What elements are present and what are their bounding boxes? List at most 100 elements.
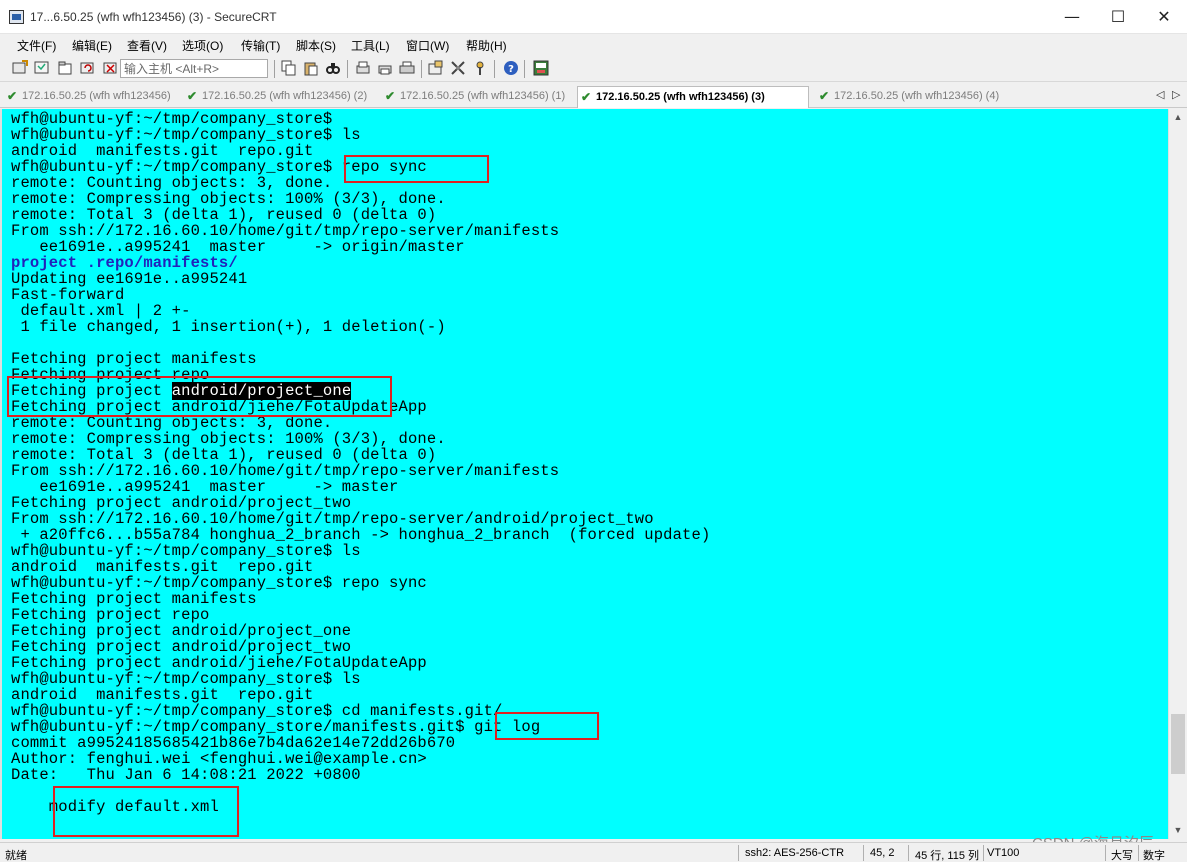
connected-check-icon: ✔ — [385, 89, 396, 103]
scroll-up-arrow-icon[interactable]: ▲ — [1169, 109, 1187, 126]
menu-script[interactable]: 脚本(S) — [296, 37, 336, 54]
status-divider — [908, 845, 909, 861]
status-num-lock: 数字 — [1143, 850, 1165, 862]
status-divider — [1138, 845, 1139, 861]
connect-icon[interactable] — [12, 60, 28, 76]
menu-bar: 文件(F) 编辑(E) 查看(V) 选项(O) 传输(T) 脚本(S) 工具(L… — [0, 34, 1187, 56]
terminal-line: Date: Thu Jan 6 14:08:21 2022 +0800 — [11, 766, 361, 784]
terminal-line: project .repo/manifests/ — [11, 254, 238, 272]
status-terminal-size: 45 行, 115 列 — [915, 850, 979, 862]
scrollbar-thumb[interactable] — [1171, 714, 1185, 774]
terminal-line: wfh@ubuntu-yf:~/tmp/company_store$ ls — [11, 670, 361, 688]
terminal-line: From ssh://172.16.60.10/home/git/tmp/rep… — [11, 510, 654, 528]
find-icon[interactable] — [325, 60, 341, 76]
tab-label: 172.16.50.25 (wfh wfh123456) (2) — [202, 90, 368, 102]
print-screen-icon[interactable] — [355, 60, 371, 76]
status-ready: 就绪 — [5, 850, 27, 862]
terminal-view[interactable]: wfh@ubuntu-yf:~/tmp/company_store$ wfh@ub… — [0, 109, 1168, 839]
terminal-line: remote: Counting objects: 3, done. — [11, 414, 333, 432]
terminal-line: wfh@ubuntu-yf:~/tmp/company_store$ cd ma… — [11, 702, 503, 720]
session-tab-bar: ✔ 172.16.50.25 (wfh wfh123456) ✔ 172.16.… — [0, 84, 1187, 108]
key-map-icon[interactable] — [472, 60, 488, 76]
menu-file[interactable]: 文件(F) — [17, 37, 56, 54]
terminal-line: ee1691e..a995241 master -> master — [11, 478, 399, 496]
terminal-line: Fetching project android/project_two — [11, 494, 352, 512]
terminal-line: Fast-forward — [11, 286, 125, 304]
terminal-line: Fetching project android/jiehe/FotaUpdat… — [11, 654, 427, 672]
toolbar-separator — [274, 60, 275, 78]
terminal-line: Fetching project repo — [11, 606, 210, 624]
terminal-line: From ssh://172.16.60.10/home/git/tmp/rep… — [11, 222, 560, 240]
terminal-line: Fetching project repo — [11, 366, 210, 384]
terminal-line: wfh@ubuntu-yf:~/tmp/company_store/manife… — [11, 718, 541, 736]
session-tab-2[interactable]: ✔ 172.16.50.25 (wfh wfh123456) (2) — [184, 86, 380, 108]
terminal-line: ee1691e..a995241 master -> origin/master — [11, 238, 465, 256]
terminal-line: wfh@ubuntu-yf:~/tmp/company_store$ ls — [11, 542, 361, 560]
connected-check-icon: ✔ — [819, 89, 830, 103]
terminal-line: + a20ffc6...b55a784 honghua_2_branch -> … — [11, 526, 711, 544]
global-options-icon[interactable] — [450, 60, 466, 76]
terminal-line: remote: Counting objects: 3, done. — [11, 174, 333, 192]
toolbar-separator — [494, 60, 495, 78]
tab-scroll-left-icon[interactable]: ◁ — [1156, 88, 1164, 101]
connect-in-tab-icon[interactable] — [57, 60, 73, 76]
terminal-line: Author: fenghui.wei <fenghui.wei@example… — [11, 750, 427, 768]
vertical-scrollbar[interactable]: ▲ ▼ — [1168, 109, 1187, 839]
quick-connect-icon[interactable] — [34, 60, 50, 76]
toolbar-separator — [524, 60, 525, 78]
print-icon[interactable] — [399, 60, 415, 76]
menu-window[interactable]: 窗口(W) — [406, 37, 449, 54]
reconnect-icon[interactable] — [80, 60, 96, 76]
print-selection-icon[interactable] — [377, 60, 393, 76]
minimize-button[interactable]: — — [1049, 0, 1095, 34]
session-tab-1[interactable]: ✔ 172.16.50.25 (wfh wfh123456) — [4, 86, 174, 108]
terminal-output: wfh@ubuntu-yf:~/tmp/company_store$ wfh@ub… — [11, 111, 710, 831]
terminal-line: android manifests.git repo.git — [11, 686, 314, 704]
tab-label: 172.16.50.25 (wfh wfh123456) (3) — [596, 91, 765, 103]
menu-options[interactable]: 选项(O) — [182, 37, 223, 54]
terminal-line: wfh@ubuntu-yf:~/tmp/company_store$ repo … — [11, 158, 427, 176]
terminal-line: Fetching project android/project_one — [11, 622, 352, 640]
menu-edit[interactable]: 编辑(E) — [72, 37, 112, 54]
terminal-line: default.xml | 2 +- — [11, 302, 191, 320]
status-caps-lock: 大写 — [1111, 850, 1133, 862]
copy-icon[interactable] — [281, 60, 297, 76]
tab-scroll-right-icon[interactable]: ▷ — [1172, 88, 1180, 101]
close-button[interactable]: ✕ — [1141, 0, 1187, 34]
session-tab-3[interactable]: ✔ 172.16.50.25 (wfh wfh123456) (1) — [382, 86, 572, 108]
connected-check-icon: ✔ — [7, 89, 18, 103]
session-tab-5[interactable]: ✔ 172.16.50.25 (wfh wfh123456) (4) — [816, 86, 1006, 108]
title-bar: 17...6.50.25 (wfh wfh123456) (3) - Secur… — [0, 0, 1187, 34]
toolbar-separator — [421, 60, 422, 78]
terminal-line: wfh@ubuntu-yf:~/tmp/company_store$ — [11, 110, 333, 128]
terminal-line: commit a99524185685421b86e7b4da62e14e72d… — [11, 734, 456, 752]
tab-label: 172.16.50.25 (wfh wfh123456) — [22, 90, 171, 102]
status-cursor-position: 45, 2 — [870, 847, 895, 859]
menu-transfer[interactable]: 传输(T) — [241, 37, 280, 54]
securecrt-app-icon[interactable] — [9, 10, 24, 24]
menu-view[interactable]: 查看(V) — [127, 37, 167, 54]
connected-check-icon: ✔ — [187, 89, 198, 103]
terminal-line: android manifests.git repo.git — [11, 558, 314, 576]
sftp-icon[interactable] — [533, 60, 549, 76]
terminal-line: remote: Compressing objects: 100% (3/3),… — [11, 430, 446, 448]
status-bar: 就绪 ssh2: AES-256-CTR 45, 2 45 行, 115 列 V… — [0, 842, 1187, 862]
host-input[interactable] — [120, 59, 268, 78]
session-options-icon[interactable] — [428, 60, 444, 76]
toolbar: ? — [0, 56, 1187, 82]
disconnect-icon[interactable] — [103, 60, 119, 76]
help-icon[interactable]: ? — [503, 60, 519, 76]
status-divider — [738, 845, 739, 861]
menu-help[interactable]: 帮助(H) — [466, 37, 507, 54]
paste-icon[interactable] — [303, 60, 319, 76]
session-tab-active[interactable]: ✔ 172.16.50.25 (wfh wfh123456) (3) — [577, 86, 809, 108]
terminal-line: remote: Total 3 (delta 1), reused 0 (del… — [11, 206, 437, 224]
maximize-button[interactable]: ☐ — [1095, 0, 1141, 34]
menu-tools[interactable]: 工具(L) — [351, 37, 390, 54]
terminal-line: Fetching project manifests — [11, 590, 257, 608]
connected-check-icon: ✔ — [581, 90, 592, 104]
scroll-down-arrow-icon[interactable]: ▼ — [1169, 822, 1187, 839]
